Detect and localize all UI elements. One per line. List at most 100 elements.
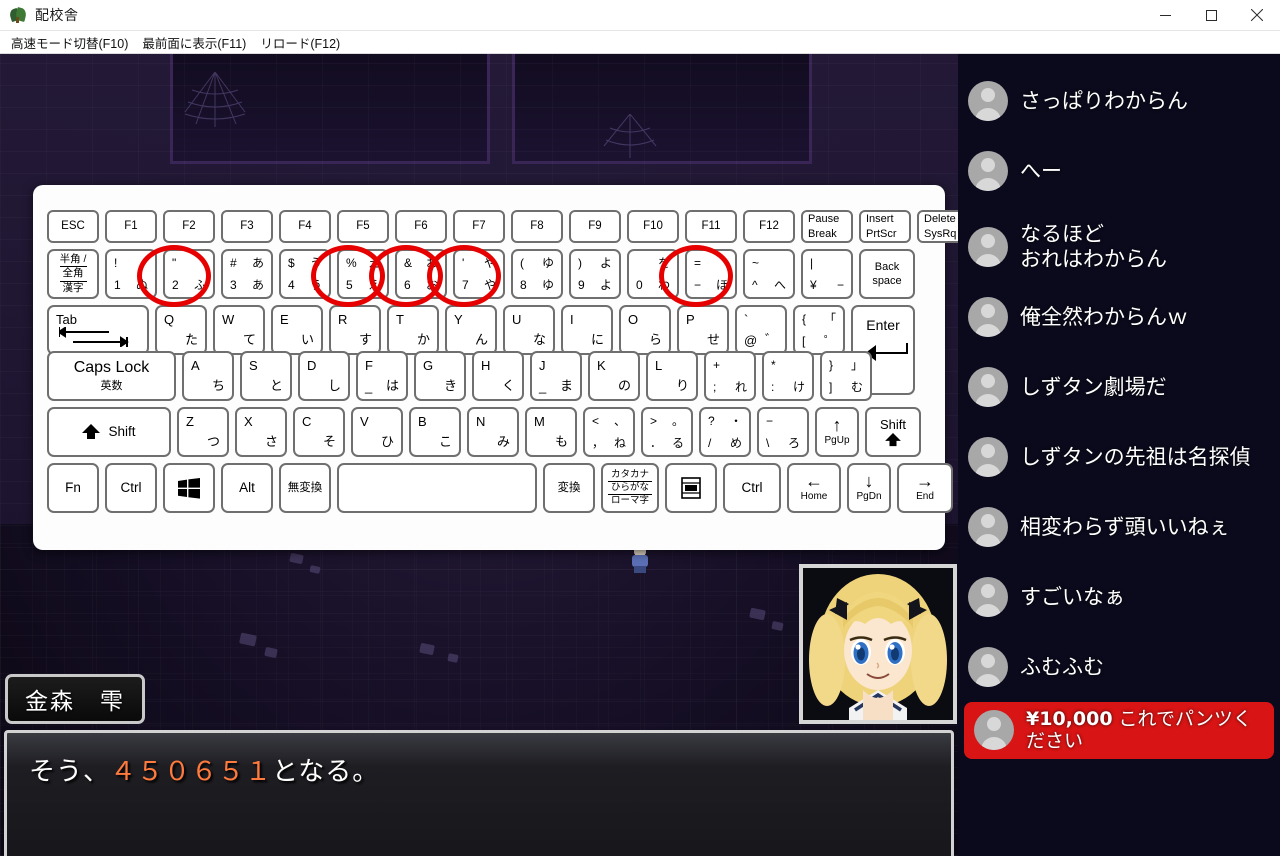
key-o: Oら	[619, 305, 671, 355]
key-bracket-left: { 「 [ ゜	[793, 305, 845, 355]
key-d: Dし	[298, 351, 350, 401]
chat-message-row: しずタン劇場だ	[958, 364, 1280, 410]
menu-strip: 高速モード切替(F10) 最前面に表示(F11) リロード(F12)	[0, 31, 1280, 54]
avatar	[968, 227, 1008, 267]
key-insert-prtscr: Insert PrtScr	[859, 210, 911, 243]
key-t: Tか	[387, 305, 439, 355]
menu-item-reload[interactable]: リロード(F12)	[253, 31, 347, 54]
key-f5: F5	[337, 210, 389, 243]
avatar	[968, 81, 1008, 121]
key-i: Iに	[561, 305, 613, 355]
key-caps-lock: Caps Lock 英数	[47, 351, 176, 401]
key-f4: F4	[279, 210, 331, 243]
avatar	[968, 367, 1008, 407]
keyboard-home-row: Caps Lock 英数 Aち Sと Dし F _ は Gき Hく J _ ま Kの L…	[47, 351, 931, 401]
key-henkan: 変換	[543, 463, 595, 513]
menu-item-fastmode[interactable]: 高速モード切替(F10)	[4, 31, 135, 54]
dialogue-text-suffix: となる。	[272, 756, 380, 786]
key-arrow-left-home: ← Home	[787, 463, 841, 513]
chat-message-text: なるほど おれはわからん	[1020, 222, 1167, 272]
menu-item-topmost[interactable]: 最前面に表示(F11)	[135, 31, 253, 54]
game-viewport[interactable]: ESC F1 F2 F3 F4 F5 F6 F7 F8 F9 F10 F11 F…	[0, 54, 958, 856]
key-f9: F9	[569, 210, 621, 243]
key-4: $ う 4 う	[279, 249, 331, 299]
key-f12: F12	[743, 210, 795, 243]
key-ctrl-right: Ctrl	[723, 463, 781, 513]
key-period: > 。 ． る	[641, 407, 693, 457]
chat-message-text: すごいなぁ	[1020, 584, 1125, 609]
key-colon: * : け	[762, 351, 814, 401]
window-title: 配校舎	[35, 7, 79, 23]
key-arrow-right-end: → End	[897, 463, 953, 513]
chat-message-row: 相変わらず頭いいねぇ	[958, 504, 1280, 550]
chat-message-text: さっぱりわからん	[1020, 88, 1188, 113]
key-f1: F1	[105, 210, 157, 243]
key-s: Sと	[240, 351, 292, 401]
key-v: Vひ	[351, 407, 403, 457]
key-2: " 2 ふ	[163, 249, 215, 299]
avatar	[968, 577, 1008, 617]
menu-icon	[681, 477, 701, 499]
key-f6: F6	[395, 210, 447, 243]
key-slash: ? ・ / め	[699, 407, 751, 457]
key-x: Xさ	[235, 407, 287, 457]
key-pause-break: Pause Break	[801, 210, 853, 243]
key-0: を 0 わ	[627, 249, 679, 299]
maximize-icon[interactable]	[1188, 0, 1234, 31]
key-5: % え 5 え	[337, 249, 389, 299]
key-minus: = − ほ	[685, 249, 737, 299]
close-icon[interactable]	[1234, 0, 1280, 31]
chat-panel[interactable]: さっぱりわからん へー なるほど おれはわからん 俺全然わからんｗ しずタン劇場…	[958, 54, 1280, 856]
key-menu	[665, 463, 717, 513]
key-windows	[163, 463, 215, 513]
avatar	[968, 297, 1008, 337]
key-hankaku-zenkaku-kanji: 半角 / 全角 漢字	[47, 249, 99, 299]
key-backslash-ro: − \ ろ	[757, 407, 809, 457]
key-g: Gき	[414, 351, 466, 401]
key-shift-right: Shift	[865, 407, 921, 457]
chat-message-text: へー	[1020, 158, 1062, 183]
key-esc: ESC	[47, 210, 99, 243]
keyboard-reference-overlay: ESC F1 F2 F3 F4 F5 F6 F7 F8 F9 F10 F11 F…	[33, 185, 958, 550]
chat-message-line: なるほど	[1020, 222, 1104, 247]
key-z: Zつ	[177, 407, 229, 457]
key-delete-sysrq: Delete SysRq	[917, 210, 958, 243]
key-b: Bこ	[409, 407, 461, 457]
key-w: Wて	[213, 305, 265, 355]
chat-message-row: なるほど おれはわからん	[958, 218, 1280, 276]
key-caret: ~ ^ へ	[743, 249, 795, 299]
key-3: # あ 3 あ	[221, 249, 273, 299]
window-controls	[1142, 0, 1280, 31]
key-c: Cそ	[293, 407, 345, 457]
key-1: ! 1 ぬ	[105, 249, 157, 299]
chat-message-text: しずタン劇場だ	[1020, 374, 1167, 399]
key-ctrl-left: Ctrl	[105, 463, 157, 513]
key-f3: F3	[221, 210, 273, 243]
key-yen: | ¥ −	[801, 249, 853, 299]
keyboard-shift-row: Shift Zつ Xさ Cそ Vひ Bこ Nみ Mも < 、 ， ね > 。 ．…	[47, 407, 931, 457]
chat-message-row: しずタンの先祖は名探偵	[958, 434, 1280, 480]
key-f7: F7	[453, 210, 505, 243]
minimize-icon[interactable]	[1142, 0, 1188, 31]
key-l: Lり	[646, 351, 698, 401]
key-fn: Fn	[47, 463, 99, 513]
chat-message-text: しずタンの先祖は名探偵	[1020, 444, 1251, 469]
key-f11: F11	[685, 210, 737, 243]
dialogue-message-window[interactable]: そう、４５０６５１となる。	[4, 730, 954, 856]
key-y: Yん	[445, 305, 497, 355]
key-shift-left: Shift	[47, 407, 171, 457]
key-tab: Tab	[47, 305, 149, 355]
key-alt: Alt	[221, 463, 273, 513]
key-f10: F10	[627, 210, 679, 243]
key-f8: F8	[511, 210, 563, 243]
key-e: Eい	[271, 305, 323, 355]
key-a: Aち	[182, 351, 234, 401]
key-p: Pせ	[677, 305, 729, 355]
chat-message-row: 俺全然わからんｗ	[958, 294, 1280, 340]
character-portrait	[799, 564, 957, 724]
key-comma: < 、 ， ね	[583, 407, 635, 457]
chat-message-row: ふむふむ	[958, 644, 1280, 690]
keyboard-bottom-row: Fn Ctrl Alt 無変換 変換 カタカナ ひらがな ローマ字 Ctrl ←…	[47, 463, 953, 513]
key-m: Mも	[525, 407, 577, 457]
player-sprite	[628, 546, 652, 574]
